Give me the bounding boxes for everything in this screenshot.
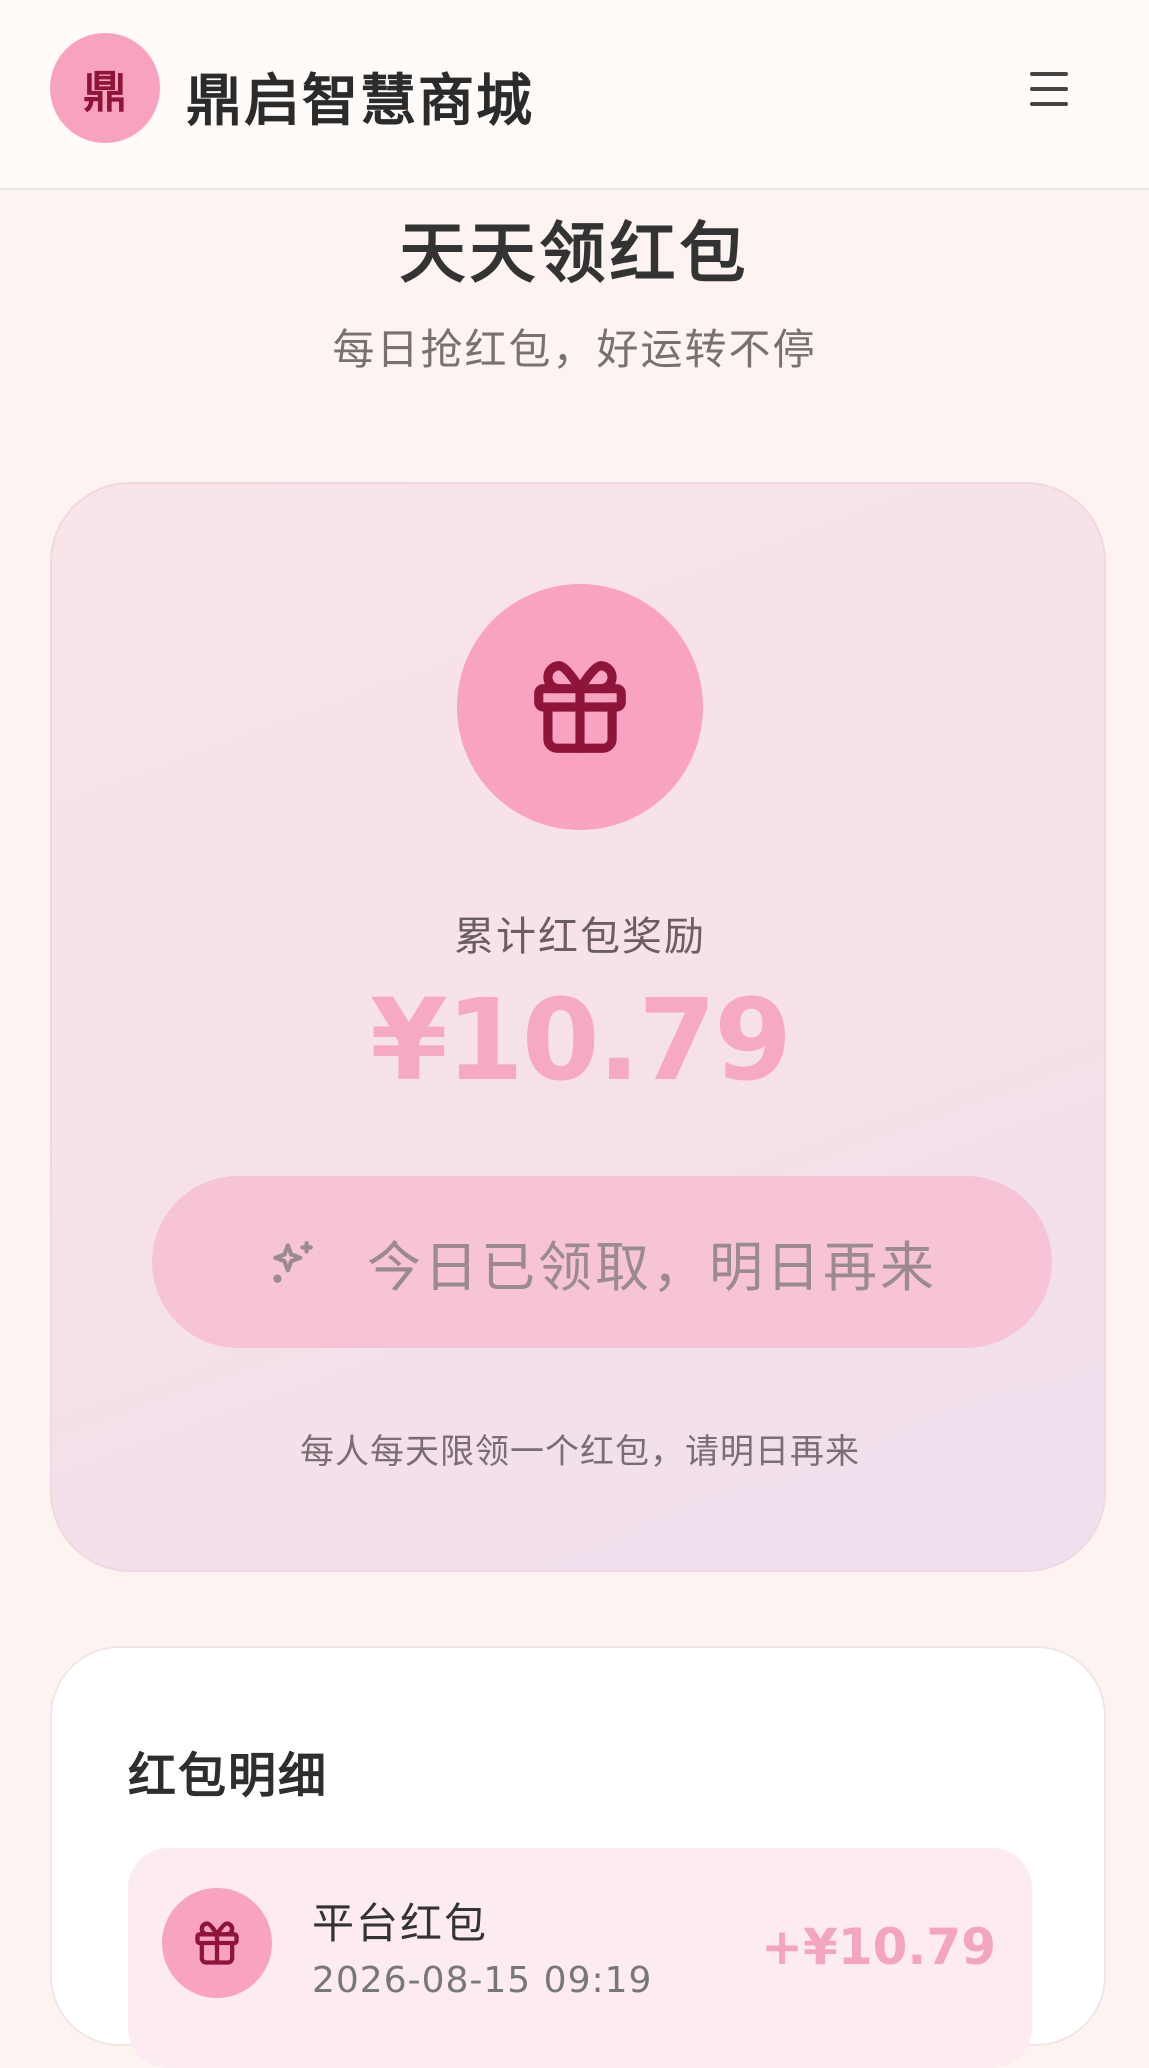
page-title: 天天领红包 xyxy=(399,215,750,292)
logo-text: 鼎 xyxy=(83,67,127,118)
reward-card: 累计红包奖励 ¥10.79 今日已领取，明日再来 每人每天限领一个红包，请明日再… xyxy=(50,482,1106,1572)
gift-icon xyxy=(162,1888,272,1998)
details-title: 红包明细 xyxy=(128,1748,329,1804)
claim-red-packet-button[interactable]: 今日已领取，明日再来 xyxy=(152,1176,1052,1348)
page-subtitle: 每日抢红包，好运转不停 xyxy=(332,325,817,374)
sparkle-icon xyxy=(267,1237,317,1287)
record-time: 2026-08-15 09:19 xyxy=(312,1960,653,2001)
claim-button-label: 今日已领取，明日再来 xyxy=(367,1235,937,1299)
app-title: 鼎启智慧商城 xyxy=(186,69,534,134)
reward-total-amount: ¥10.79 xyxy=(369,976,792,1106)
list-item[interactable]: 平台红包 2026-08-15 09:19 +¥10.79 xyxy=(128,1848,1032,2068)
app-header: 鼎 鼎启智慧商城 xyxy=(0,0,1149,190)
gift-icon xyxy=(457,584,703,830)
logo[interactable]: 鼎 xyxy=(50,33,160,143)
reward-total-label: 累计红包奖励 xyxy=(454,914,706,960)
hamburger-menu-icon[interactable] xyxy=(1030,72,1074,108)
record-amount: +¥10.79 xyxy=(761,1918,996,1976)
record-name: 平台红包 xyxy=(312,1899,489,1948)
red-packet-details-card: 红包明细 平台红包 2026-08-15 09:19 +¥10.79 xyxy=(50,1646,1106,2068)
claim-limit-note: 每人每天限领一个红包，请明日再来 xyxy=(300,1432,860,1472)
